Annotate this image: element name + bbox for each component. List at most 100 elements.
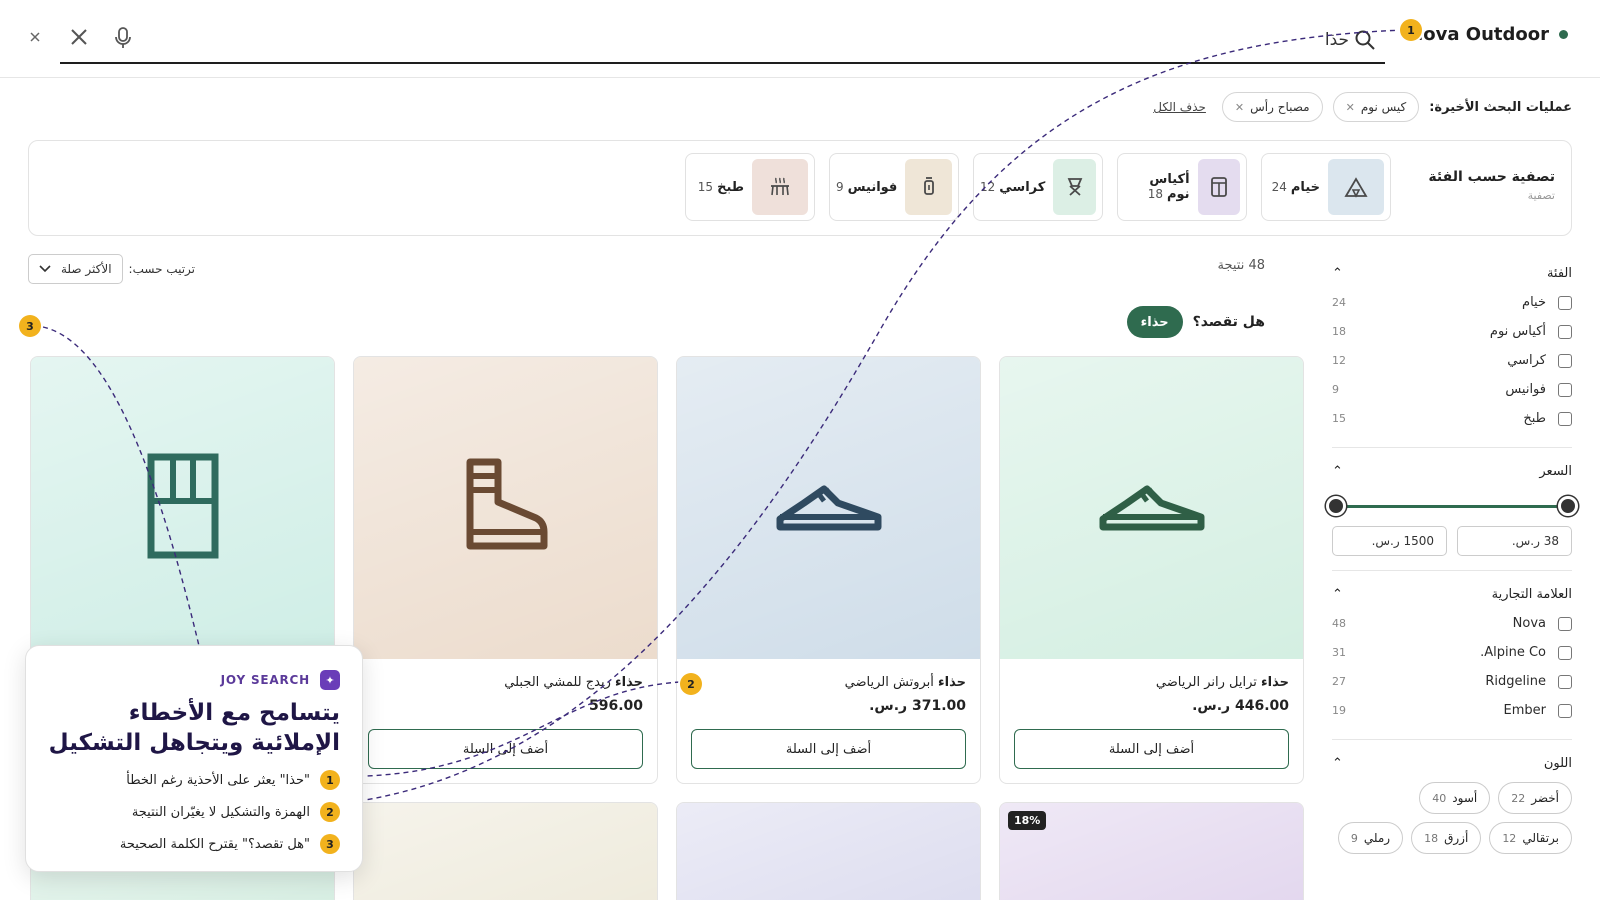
filter-option-count: 15	[1332, 412, 1346, 425]
product-card[interactable]	[353, 802, 658, 900]
color-chip[interactable]: أسود 40	[1419, 782, 1491, 814]
category-card[interactable]: كراسي12	[973, 153, 1103, 221]
add-to-cart-button[interactable]: أضف إلى السلة	[1014, 729, 1289, 769]
chevron-up-icon[interactable]: ⌃	[1332, 464, 1343, 479]
price-min-handle[interactable]	[1326, 496, 1346, 516]
price-max-input[interactable]: 1500 ر.س.	[1332, 526, 1447, 556]
filter-option-count: 31	[1332, 646, 1346, 659]
category-card-label: أكياس نوم18	[1147, 172, 1190, 202]
box-icon	[143, 451, 223, 565]
checkbox[interactable]	[1558, 645, 1572, 660]
category-card-label: خيام24	[1271, 179, 1320, 195]
product-card[interactable]	[676, 802, 981, 900]
product-image[interactable]	[31, 357, 334, 659]
lantern-icon	[905, 159, 952, 215]
joy-search-callout: JOY SEARCH ✦ يتسامح مع الأخطاء الإملائية…	[25, 645, 363, 872]
price-max-handle[interactable]	[1558, 496, 1578, 516]
filter-option[interactable]: أكياس نوم 18	[1332, 317, 1572, 346]
search-input[interactable]	[1049, 26, 1349, 54]
chip-remove-icon[interactable]: ✕	[1346, 101, 1355, 114]
price-min-input[interactable]: 38 ر.س.	[1457, 526, 1572, 556]
product-image[interactable]	[354, 357, 657, 659]
checkbox[interactable]	[1558, 674, 1572, 689]
color-chip[interactable]: رملي 9	[1337, 822, 1404, 854]
filter-option[interactable]: طبخ 15	[1332, 404, 1572, 433]
filter-option[interactable]: Alpine Co. 31	[1332, 638, 1572, 667]
filter-category: الفئة ⌃ خيام 24 أكياس نوم 18 كراسي 12 فوانيس 9 طب…	[1332, 250, 1572, 448]
filter-option[interactable]: خيام 24	[1332, 288, 1572, 317]
annotation-marker-1: 1	[1400, 19, 1422, 41]
category-card[interactable]: خيام24	[1261, 153, 1391, 221]
category-card[interactable]: طبخ15	[685, 153, 815, 221]
checkbox[interactable]	[1558, 382, 1572, 397]
mic-icon[interactable]	[112, 26, 134, 50]
sneaker-icon	[1097, 471, 1207, 545]
filter-option-count: 18	[1332, 325, 1346, 338]
chip-remove-icon[interactable]: ✕	[1235, 101, 1244, 114]
product-image[interactable]	[677, 357, 980, 659]
joy-point-number: 3	[320, 834, 340, 854]
chevron-up-icon[interactable]: ⌃	[1332, 587, 1343, 602]
product-name[interactable]: حذاء ريدج للمشي الجبلي	[368, 675, 643, 690]
color-chip[interactable]: أخضر 22	[1498, 782, 1572, 814]
filter-option[interactable]: Nova 48	[1332, 609, 1572, 638]
product-price: 446.00 ر.س.	[1192, 698, 1289, 714]
product-card[interactable]: حذاء ترايل رانر الرياضي 446.00 ر.س. أضف …	[999, 356, 1304, 784]
suggestion-button[interactable]: حذاء	[1126, 306, 1183, 338]
product-image[interactable]	[1000, 357, 1303, 659]
joy-point-text: "هل تقصد؟" يقترح الكلمة الصحيحة	[119, 836, 310, 852]
search-icon[interactable]	[1353, 28, 1377, 52]
filter-option-count: 48	[1332, 617, 1346, 630]
sort-select[interactable]: الأكثر صلة	[28, 254, 123, 284]
product-image[interactable]	[677, 803, 980, 900]
product-name[interactable]: حذاء أبروتش الرياضي	[691, 675, 966, 690]
add-to-cart-button[interactable]: أضف إلى السلة	[368, 729, 643, 769]
filter-price-title: السعر	[1539, 463, 1572, 479]
clear-all-link[interactable]: حذف الكل	[1153, 100, 1206, 114]
close-icon[interactable]	[68, 26, 90, 48]
add-to-cart-button[interactable]: أضف إلى السلة	[691, 729, 966, 769]
filter-option-label: Nova	[1512, 616, 1546, 631]
product-card[interactable]: 18%	[999, 802, 1304, 900]
sparkle-icon: ✦	[320, 670, 340, 690]
product-price: 371.00 ر.س.	[869, 698, 966, 714]
chevron-up-icon[interactable]: ⌃	[1332, 756, 1343, 771]
product-image[interactable]: 18%	[1000, 803, 1303, 900]
product-card[interactable]: حذاء ريدج للمشي الجبلي 596.00 أضف إلى ال…	[353, 356, 658, 784]
checkbox[interactable]	[1558, 616, 1572, 631]
color-chip[interactable]: برتقالي 12	[1489, 822, 1572, 854]
brand-name: Nova Outdoor	[1408, 24, 1549, 45]
filter-option-count: 19	[1332, 704, 1346, 717]
product-card[interactable]: حذاء أبروتش الرياضي 371.00 ر.س. أضف إلى …	[676, 356, 981, 784]
annotation-marker-3: 3	[19, 315, 41, 337]
checkbox[interactable]	[1558, 353, 1572, 368]
filter-option[interactable]: Ember 19	[1332, 696, 1572, 725]
joy-point-text: "حذا" يعثر على الأحذية رغم الخطأ	[126, 772, 310, 788]
recent-chip[interactable]: كيس نوم ✕	[1332, 92, 1420, 122]
product-image[interactable]	[354, 803, 657, 900]
checkbox[interactable]	[1558, 411, 1572, 426]
category-card[interactable]: فوانيس9	[829, 153, 959, 221]
product-name[interactable]: حذاء ترايل رانر الرياضي	[1014, 675, 1289, 690]
joy-point: 2 الهمزة والتشكيل لا يغيّران النتيجة	[120, 796, 340, 828]
price-slider[interactable]	[1326, 492, 1578, 522]
filter-brand: العلامة التجارية ⌃ Nova 48 Alpine Co. 31 Ridg…	[1332, 571, 1572, 740]
brand[interactable]: Nova Outdoor	[1408, 24, 1568, 45]
filter-option[interactable]: فوانيس 9	[1332, 375, 1572, 404]
checkbox[interactable]	[1558, 324, 1572, 339]
category-card[interactable]: أكياس نوم18	[1117, 153, 1247, 221]
filter-brand-title: العلامة التجارية	[1491, 586, 1572, 602]
filter-option[interactable]: كراسي 12	[1332, 346, 1572, 375]
filter-option-label: طبخ	[1523, 411, 1546, 426]
color-chip[interactable]: أزرق 18	[1411, 822, 1482, 854]
chevron-up-icon[interactable]: ⌃	[1332, 266, 1343, 281]
close-small-icon[interactable]	[28, 30, 42, 44]
filter-option-count: 9	[1332, 383, 1339, 396]
filter-category-title: الفئة	[1546, 265, 1572, 281]
checkbox[interactable]	[1558, 295, 1572, 310]
recent-searches: عمليات البحث الأخيرة: كيس نوم ✕ مصباح رأس…	[1153, 91, 1572, 123]
sleeping-bag-icon	[1197, 159, 1240, 215]
checkbox[interactable]	[1558, 703, 1572, 718]
filter-option[interactable]: Ridgeline 27	[1332, 667, 1572, 696]
recent-chip[interactable]: مصباح رأس ✕	[1221, 92, 1323, 122]
